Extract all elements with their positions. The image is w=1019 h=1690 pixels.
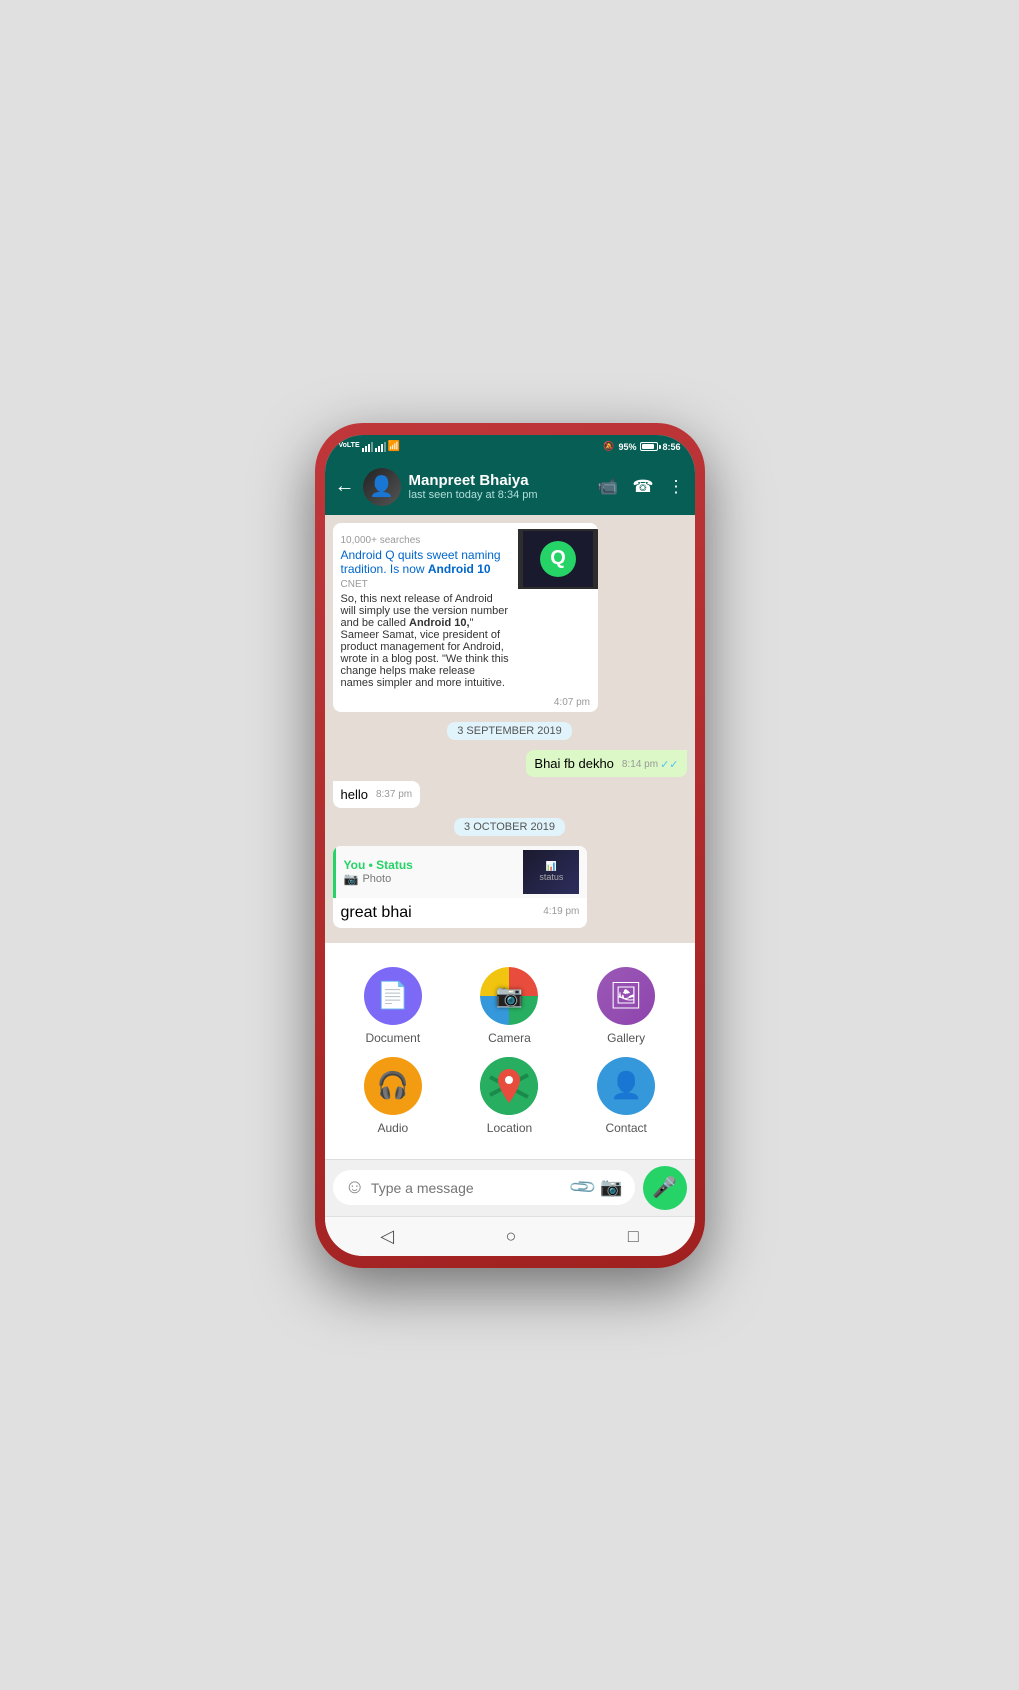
voice-call-icon[interactable]: ☎ xyxy=(632,477,653,497)
audio-icon-circle: 🎧 xyxy=(364,1057,422,1115)
attachment-document[interactable]: 📄 Document xyxy=(341,967,446,1045)
gallery-icon-circle: 🖼 xyxy=(597,967,655,1025)
carrier-label: VoLTE xyxy=(339,442,360,450)
msg-text: hello xyxy=(341,787,368,802)
contact-icon-circle: 👤 xyxy=(597,1057,655,1115)
status-bar: VoLTE 📶 🔕 95% 8:56 xyxy=(325,435,695,459)
camera-color-wheel xyxy=(480,967,538,1025)
mic-icon: 🎤 xyxy=(652,1175,677,1200)
message-input[interactable] xyxy=(371,1180,566,1196)
msg-time: 4:19 pm xyxy=(543,906,579,917)
attachment-audio[interactable]: 🎧 Audio xyxy=(341,1057,446,1135)
battery-pct: 95% xyxy=(618,442,636,452)
camera-icon-circle xyxy=(480,967,538,1025)
attachment-location[interactable]: Location xyxy=(457,1057,562,1135)
back-button[interactable]: ← xyxy=(335,475,355,498)
attachment-contact[interactable]: 👤 Contact xyxy=(574,1057,679,1135)
gallery-label: Gallery xyxy=(607,1031,645,1045)
location-map-icon xyxy=(480,1057,538,1115)
document-icon-circle: 📄 xyxy=(364,967,422,1025)
sent-message-1: Bhai fb dekho 8:14 pm ✓✓ xyxy=(526,750,686,777)
date-separator-sep: 3 SEPTEMBER 2019 xyxy=(447,722,572,740)
msg-text: great bhai xyxy=(341,904,412,921)
message-input-wrap: ☺ 📎 📷 xyxy=(333,1170,635,1205)
signal-icon-2 xyxy=(375,442,386,452)
msg-time-link: 4:07 pm xyxy=(333,695,599,712)
attachment-gallery[interactable]: 🖼 Gallery xyxy=(574,967,679,1045)
wifi-icon: 📶 xyxy=(388,441,400,452)
tick-icon: ✓✓ xyxy=(660,758,678,771)
mute-icon: 🔕 xyxy=(603,441,614,452)
header-info[interactable]: Manpreet Bhaiya last seen today at 8:34 … xyxy=(409,472,590,501)
more-options-icon[interactable]: ⋮ xyxy=(668,477,685,497)
attachment-camera[interactable]: Camera xyxy=(457,967,562,1045)
last-seen: last seen today at 8:34 pm xyxy=(409,489,590,501)
nav-back-button[interactable]: ◁ xyxy=(380,1226,394,1247)
chat-area: 10,000+ searches Android Q quits sweet n… xyxy=(325,515,695,943)
attachment-sheet: 📄 Document Camera 🖼 Gallery xyxy=(325,943,695,1159)
header-icons: 📹 ☎ ⋮ xyxy=(597,477,684,497)
document-label: Document xyxy=(365,1031,420,1045)
contact-name: Manpreet Bhaiya xyxy=(409,472,590,489)
attachment-button[interactable]: 📎 xyxy=(568,1172,599,1203)
msg-time: 8:14 pm ✓✓ xyxy=(622,758,679,771)
emoji-button[interactable]: ☺ xyxy=(345,1176,365,1199)
link-desc: So, this next release of Android will si… xyxy=(341,593,511,689)
msg-time: 8:37 pm xyxy=(376,789,412,800)
phone-screen: VoLTE 📶 🔕 95% 8:56 ← 👤 xyxy=(325,435,695,1256)
signal-icon xyxy=(362,442,373,452)
location-label: Location xyxy=(487,1121,532,1135)
battery-icon xyxy=(640,442,658,451)
message-link: 10,000+ searches Android Q quits sweet n… xyxy=(333,523,599,712)
avatar[interactable]: 👤 xyxy=(363,468,401,506)
nav-recents-button[interactable]: □ xyxy=(628,1226,639,1247)
chat-header: ← 👤 Manpreet Bhaiya last seen today at 8… xyxy=(325,459,695,515)
received-message-1: hello 8:37 pm xyxy=(333,781,421,808)
video-call-icon[interactable]: 📹 xyxy=(597,477,618,497)
msg-text: Bhai fb dekho xyxy=(534,756,614,771)
status-left: VoLTE 📶 xyxy=(339,441,401,452)
gallery-icon: 🖼 xyxy=(610,980,643,1011)
link-thumbnail: Q xyxy=(518,529,598,589)
date-separator-oct: 3 OCTOBER 2019 xyxy=(454,818,565,836)
status-text-area: great bhai 4:19 pm xyxy=(333,898,588,928)
mic-button[interactable]: 🎤 xyxy=(643,1166,687,1210)
nav-bar: ◁ ○ □ xyxy=(325,1216,695,1256)
attachment-grid: 📄 Document Camera 🖼 Gallery xyxy=(341,959,679,1143)
location-icon-circle xyxy=(480,1057,538,1115)
message-bar: ☺ 📎 📷 🎤 xyxy=(325,1159,695,1216)
link-searches: 10,000+ searches xyxy=(341,535,511,546)
status-sender: You • Status xyxy=(344,858,413,872)
camera-input-button[interactable]: 📷 xyxy=(600,1177,622,1198)
phone-frame: VoLTE 📶 🔕 95% 8:56 ← 👤 xyxy=(315,423,705,1268)
link-title: Android Q quits sweet naming tradition. … xyxy=(341,548,511,590)
camera-label: Camera xyxy=(488,1031,531,1045)
audio-icon: 🎧 xyxy=(377,1070,409,1101)
audio-label: Audio xyxy=(377,1121,408,1135)
nav-home-button[interactable]: ○ xyxy=(506,1226,517,1247)
status-message: You • Status 📷 Photo 📊status great bhai … xyxy=(333,846,588,928)
clock: 8:56 xyxy=(662,442,680,452)
document-icon: 📄 xyxy=(377,980,409,1011)
status-thumbnail: 📊status xyxy=(523,850,579,894)
contact-icon: 👤 xyxy=(610,1070,642,1101)
contact-label: Contact xyxy=(605,1121,646,1135)
status-header: You • Status 📷 Photo 📊status xyxy=(333,846,588,898)
status-sub: 📷 Photo xyxy=(344,872,413,886)
status-right: 🔕 95% 8:56 xyxy=(603,441,680,452)
